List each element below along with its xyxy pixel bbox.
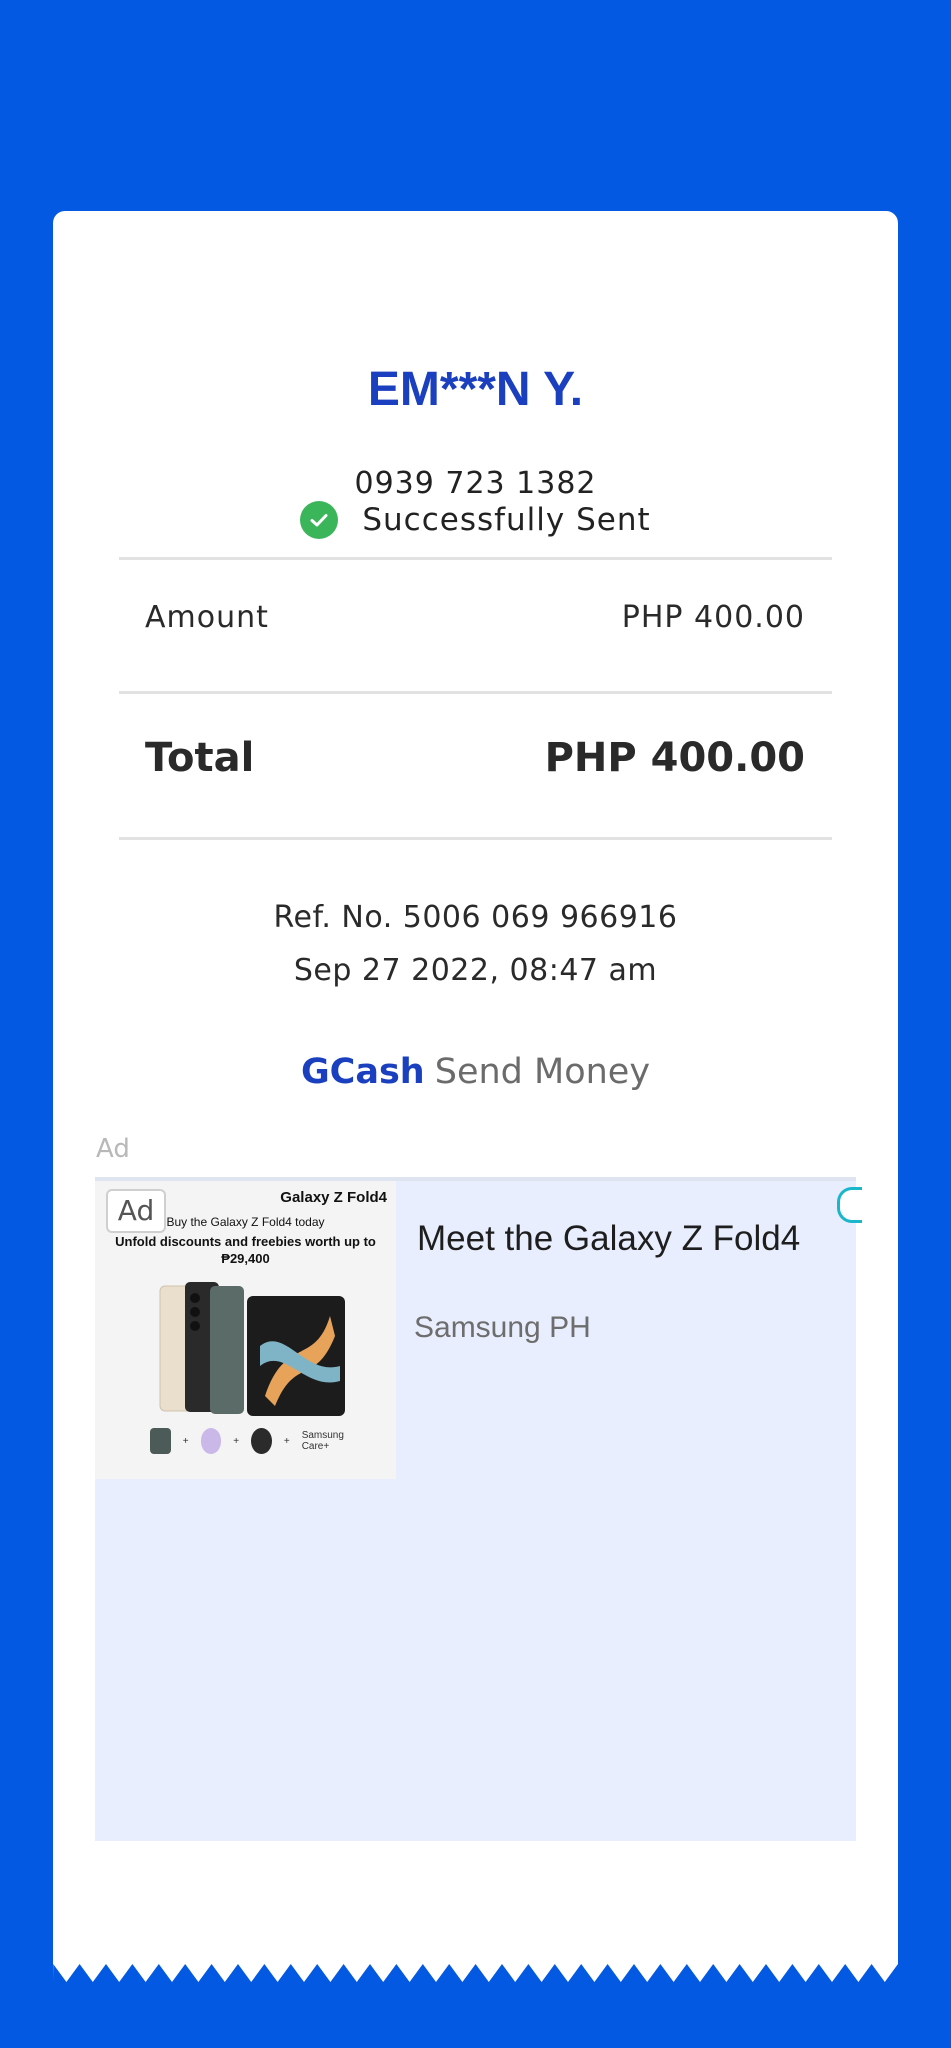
receipt-zigzag-edge <box>53 1962 898 1982</box>
total-label: Total <box>145 735 255 781</box>
ad-image-line2: Unfold discounts and freebies worth up t… <box>115 1234 376 1266</box>
reference-number: Ref. No. 5006 069 966916 <box>273 900 678 935</box>
check-circle-icon <box>300 501 339 539</box>
earbuds-icon <box>200 1428 222 1454</box>
divider-bottom <box>119 837 832 840</box>
phone-thumb-icon <box>150 1428 171 1454</box>
recipient-name: EM***N Y. <box>367 363 584 416</box>
service-name: Send Money <box>434 1052 651 1092</box>
recipient-number: 0939 723 1382 <box>354 466 597 501</box>
ad-image-product: Galaxy Z Fold4 <box>280 1189 387 1206</box>
reference-block: Ref. No. 5006 069 966916 Sep 27 2022, 08… <box>0 891 951 997</box>
divider-top <box>119 557 832 560</box>
ad-choices-icon[interactable] <box>837 1187 862 1223</box>
gcash-logo: GCash <box>300 1052 425 1092</box>
ad-banner[interactable]: Galaxy Z Fold4 Buy the Galaxy Z Fold4 to… <box>95 1177 862 1841</box>
samsung-care-label: Samsung Care+ <box>301 1430 344 1452</box>
plus-icon: + <box>182 1435 189 1447</box>
total-row: Total PHP 400.00 <box>145 735 805 781</box>
amount-value: PHP 400.00 <box>621 600 805 635</box>
watch-icon <box>251 1428 272 1454</box>
service-brand: GCash Send Money <box>0 1052 951 1092</box>
ad-image[interactable]: Galaxy Z Fold4 Buy the Galaxy Z Fold4 to… <box>95 1181 396 1479</box>
ad-label: Ad <box>96 1134 130 1164</box>
amount-row: Amount PHP 400.00 <box>145 600 805 635</box>
status-row: Successfully Sent <box>53 501 898 539</box>
phones-illustration <box>159 1282 345 1416</box>
amount-label: Amount <box>145 600 269 635</box>
plus-icon: + <box>233 1435 240 1447</box>
transaction-datetime: Sep 27 2022, 08:47 am <box>293 953 658 988</box>
ad-title[interactable]: Meet the Galaxy Z Fold4 <box>417 1219 800 1259</box>
ad-advertiser[interactable]: Samsung PH <box>414 1311 591 1345</box>
status-text: Successfully Sent <box>362 502 651 538</box>
ad-badge: Ad <box>106 1189 166 1233</box>
accessories-row: + + + Samsung Care+ <box>150 1426 370 1456</box>
plus-icon: + <box>283 1435 290 1447</box>
divider-middle <box>119 691 832 694</box>
total-value: PHP 400.00 <box>544 735 805 781</box>
